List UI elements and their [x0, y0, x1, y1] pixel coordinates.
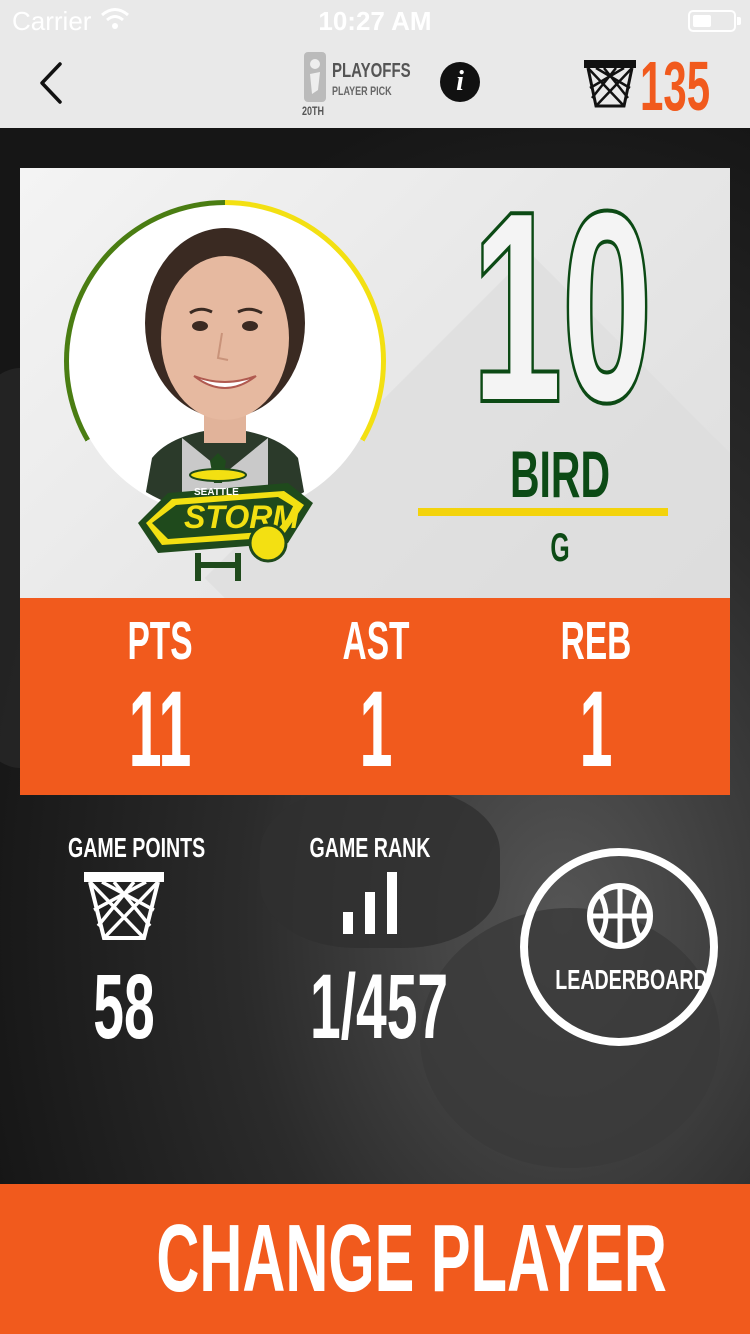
basketball-net-icon: [84, 872, 164, 940]
battery-icon: [688, 10, 736, 32]
change-player-button[interactable]: CHANGE PLAYER: [0, 1184, 750, 1334]
team-logo-text: STORM: [184, 499, 300, 535]
logo-title: PLAYOFFS: [332, 60, 411, 82]
stat-label: AST: [342, 611, 410, 671]
name-underline: [418, 508, 668, 516]
wnba-logo-icon: [304, 52, 326, 102]
info-button[interactable]: i: [440, 62, 480, 102]
player-card: STORM SEATTLE 10 10 BIRD G: [20, 168, 730, 598]
game-points-value: 58: [93, 956, 155, 1058]
basketball-icon: [587, 883, 653, 949]
player-name: BIRD: [509, 437, 611, 511]
player-position: G: [550, 526, 570, 570]
stat-value: 1: [359, 668, 393, 789]
back-button[interactable]: [28, 58, 78, 108]
seattle-storm-logo: STORM SEATTLE: [138, 453, 313, 581]
leaderboard-button[interactable]: LEADERBOARD: [520, 848, 718, 1046]
basketball-net-icon: [584, 60, 636, 108]
nav-bar: PLAYOFFS PLAYER PICK 20TH i 135: [0, 40, 750, 128]
game-rank: GAME RANK 1/457: [270, 832, 470, 1053]
playoffs-logo: PLAYOFFS PLAYER PICK 20TH: [300, 48, 420, 122]
status-time: 10:27 AM: [318, 6, 432, 36]
stat-label: REB: [560, 611, 632, 671]
game-rank-value: 1/457: [310, 956, 449, 1058]
game-rank-label: GAME RANK: [309, 832, 431, 863]
total-points: 135: [640, 47, 711, 125]
stat-reb: REB 1: [478, 598, 714, 795]
stat-value: 11: [128, 668, 192, 789]
logo-badge: 20TH: [302, 104, 325, 118]
stat-label: PTS: [127, 611, 193, 671]
jersey-number: 10: [471, 168, 653, 458]
logo-subtitle: PLAYER PICK: [332, 84, 392, 98]
leaderboard-label: LEADERBOARD: [555, 964, 708, 995]
change-player-label: CHANGE PLAYER: [156, 1205, 667, 1312]
game-points: GAME POINTS 58: [44, 832, 206, 1058]
stat-value: 1: [579, 668, 613, 789]
rank-bars-icon: [343, 872, 397, 934]
stat-pts: PTS 11: [42, 598, 278, 795]
game-points-label: GAME POINTS: [68, 832, 206, 863]
team-logo-sub: SEATTLE: [194, 487, 239, 498]
stats-strip: PTS 11 AST 1 REB 1: [20, 598, 730, 795]
status-bar: Carrier 10:27 AM: [0, 0, 750, 40]
stat-ast: AST 1: [258, 598, 494, 795]
